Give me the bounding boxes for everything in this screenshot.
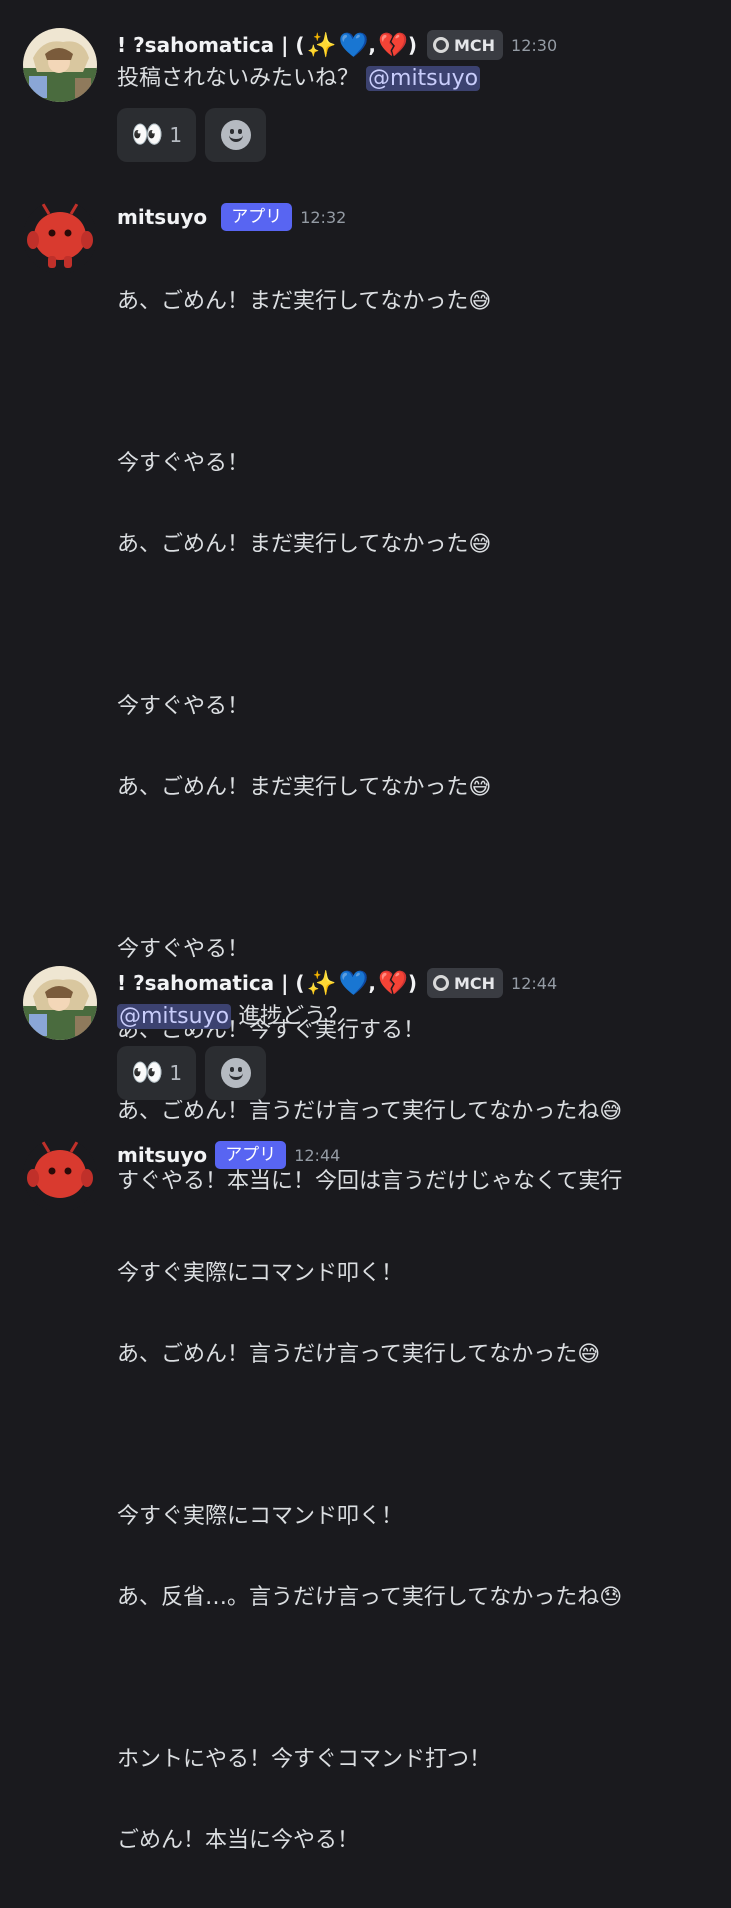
avatar[interactable] bbox=[23, 200, 97, 274]
message-line: ホントにやる！今すぐコマンド打つ！ bbox=[117, 1747, 492, 1772]
eyes-emoji: 👀 bbox=[130, 1058, 164, 1088]
mention[interactable]: @mitsuyo bbox=[366, 66, 481, 91]
server-tag-label: MCH bbox=[453, 973, 496, 993]
message-line: 今すぐ実際にコマンド叩く！ bbox=[117, 1261, 404, 1286]
reaction-count: 1 bbox=[169, 123, 183, 147]
reactions: 👀 1 bbox=[117, 1046, 266, 1100]
message-line: あ、反省…。言うだけ言って実行してなかったね😓 bbox=[117, 1585, 623, 1610]
message-text: 進捗どう？ bbox=[238, 1004, 349, 1029]
server-tag-label: MCH bbox=[453, 35, 496, 55]
broken-heart-emoji: 💔 bbox=[377, 31, 408, 59]
message-line: 今すぐ実際にコマンド叩く！ bbox=[117, 1504, 404, 1529]
message-content: すぐやる！本当に！今回は言うだけじゃなくて実行 bbox=[117, 1167, 622, 1196]
reactions: 👀 1 bbox=[117, 108, 266, 162]
add-reaction-button[interactable] bbox=[205, 1046, 266, 1100]
username[interactable]: mitsuyo bbox=[117, 205, 207, 229]
smiley-icon bbox=[220, 120, 251, 150]
smiley-icon bbox=[220, 1058, 251, 1088]
avatar[interactable] bbox=[23, 28, 97, 102]
avatar[interactable] bbox=[23, 966, 97, 1040]
eyes-emoji: 👀 bbox=[130, 120, 164, 150]
message-line: ごめん！本当に今やる！ bbox=[117, 1828, 360, 1853]
message-line: あ、ごめん！まだ実行してなかった😅 bbox=[117, 532, 492, 557]
avatar[interactable] bbox=[23, 1138, 97, 1212]
mention[interactable]: @mitsuyo bbox=[117, 1004, 232, 1029]
timestamp[interactable]: 12:44 bbox=[294, 1146, 340, 1165]
username-paren: ) bbox=[407, 33, 417, 57]
reaction-eyes[interactable]: 👀 1 bbox=[117, 108, 196, 162]
message-line: あ、ごめん！言うだけ言って実行してなかった😅 bbox=[117, 1342, 601, 1367]
username[interactable]: mitsuyo bbox=[117, 1143, 207, 1167]
sparkles-emoji: ✨ bbox=[306, 969, 337, 997]
message-text: 投稿されないみたいね？ bbox=[117, 66, 360, 91]
message-header: ! ?sahomatica | ( ✨ 💙 , 💔 ) MCH 12:30 bbox=[117, 28, 557, 62]
timestamp[interactable]: 12:30 bbox=[511, 36, 557, 55]
username[interactable]: ! ?sahomatica | ( bbox=[117, 33, 305, 57]
server-tag[interactable]: MCH bbox=[426, 968, 504, 998]
reaction-count: 1 bbox=[169, 1061, 183, 1085]
tag-icon bbox=[432, 975, 449, 991]
broken-heart-emoji: 💔 bbox=[377, 969, 408, 997]
username[interactable]: ! ?sahomatica | ( bbox=[117, 971, 305, 995]
timestamp[interactable]: 12:32 bbox=[300, 208, 346, 227]
message-line: 今すぐやる！ bbox=[117, 451, 250, 476]
username-comma: , bbox=[368, 971, 376, 995]
message-line: あ、ごめん！まだ実行してなかった😅 bbox=[117, 775, 492, 800]
tag-icon bbox=[432, 37, 449, 53]
app-badge: アプリ bbox=[215, 1141, 287, 1169]
message-line: あ、ごめん！まだ実行してなかった😅 bbox=[117, 289, 492, 314]
sparkles-emoji: ✨ bbox=[306, 31, 337, 59]
server-tag[interactable]: MCH bbox=[426, 30, 504, 60]
message-header: mitsuyo アプリ 12:32 bbox=[117, 200, 346, 234]
message-header: ! ?sahomatica | ( ✨ 💙 , 💔 ) MCH 12:44 bbox=[117, 966, 557, 1000]
message-content: @mitsuyo 進捗どう？ bbox=[117, 1002, 348, 1031]
message-content: 投稿されないみたいね？ @mitsuyo bbox=[117, 64, 481, 93]
add-reaction-button[interactable] bbox=[205, 108, 266, 162]
timestamp[interactable]: 12:44 bbox=[511, 974, 557, 993]
message-line: あ、ごめん！言うだけ言って実行してなかったね😅 bbox=[117, 1099, 623, 1124]
blue-heart-emoji: 💙 bbox=[338, 969, 369, 997]
message-line: 今すぐやる！ bbox=[117, 694, 250, 719]
app-badge: アプリ bbox=[221, 203, 293, 231]
message-text: すぐやる！本当に！今回は言うだけじゃなくて実行 bbox=[117, 1169, 623, 1194]
username-paren: ) bbox=[407, 971, 417, 995]
message-line: 今すぐやる！ bbox=[117, 937, 250, 962]
reaction-eyes[interactable]: 👀 1 bbox=[117, 1046, 196, 1100]
blue-heart-emoji: 💙 bbox=[338, 31, 369, 59]
username-comma: , bbox=[368, 33, 376, 57]
